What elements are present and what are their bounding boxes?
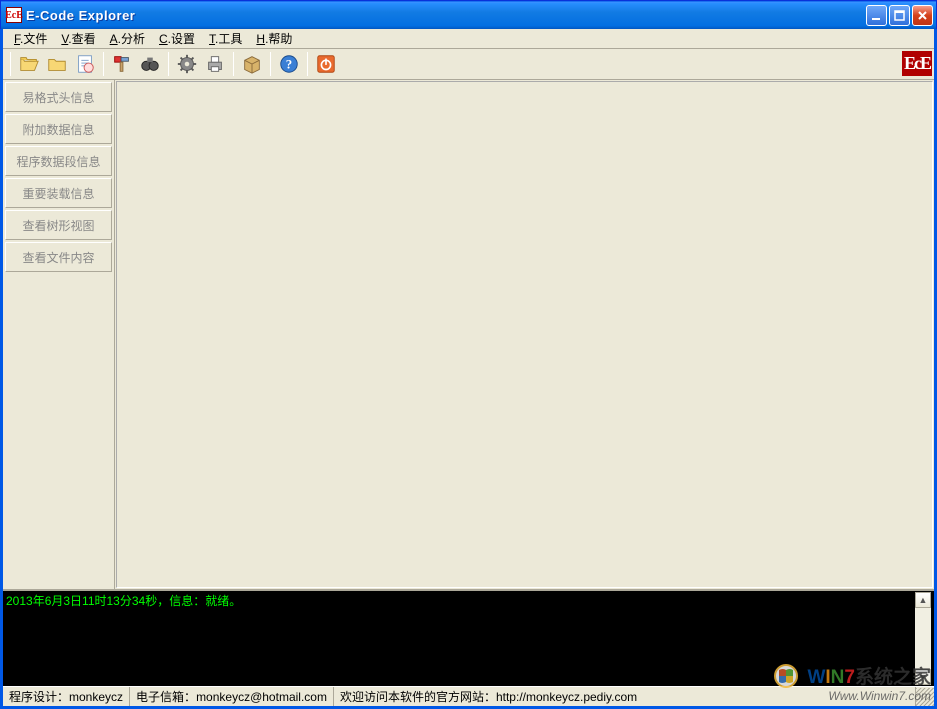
help-icon: ? <box>278 53 300 75</box>
power-icon <box>315 53 337 75</box>
package-button[interactable] <box>239 51 265 77</box>
toolbar-separator <box>270 52 271 76</box>
content-area <box>116 81 933 588</box>
menu-bar: F.文件 V.查看 A.分析 C.设置 T.工具 H.帮助 <box>3 29 934 49</box>
document-button[interactable] <box>72 51 98 77</box>
window-title: E-Code Explorer <box>26 8 866 23</box>
side-tab-load-info[interactable]: 重要装载信息 <box>5 178 112 208</box>
app-logo: EcE <box>902 51 932 76</box>
scroll-track[interactable] <box>915 608 931 669</box>
maximize-button[interactable] <box>889 5 910 26</box>
resize-grip[interactable] <box>916 688 934 706</box>
status-website: 欢迎访问本软件的官方网站：http://monkeycz.pediy.com <box>334 687 916 706</box>
hammer-icon <box>111 53 133 75</box>
folder-icon <box>46 53 68 75</box>
side-tab-data-sections[interactable]: 程序数据段信息 <box>5 146 112 176</box>
menu-help[interactable]: H.帮助 <box>249 29 299 49</box>
side-tab-file-content[interactable]: 查看文件内容 <box>5 242 112 272</box>
folder-open-icon <box>18 53 40 75</box>
menu-tools[interactable]: T.工具 <box>202 29 249 49</box>
app-icon: EcE <box>6 7 22 23</box>
gear-icon <box>176 53 198 75</box>
status-bar: 程序设计：monkeycz 电子信箱：monkeycz@hotmail.com … <box>3 686 934 706</box>
open-file-button[interactable] <box>16 51 42 77</box>
title-bar: EcE E-Code Explorer <box>0 0 937 29</box>
print-button[interactable] <box>202 51 228 77</box>
console-body: 2013年6月3日11时13分34秒，信息：就绪。 ▲ ▼ <box>3 591 934 686</box>
window-body: F.文件 V.查看 A.分析 C.设置 T.工具 H.帮助 <box>0 29 937 709</box>
console-scrollbar[interactable]: ▲ ▼ <box>915 592 931 685</box>
close-button[interactable] <box>912 5 933 26</box>
power-button[interactable] <box>313 51 339 77</box>
toolbar: ? EcE <box>3 49 934 80</box>
toolbar-separator <box>103 52 104 76</box>
console-area: 2013年6月3日11时13分34秒，信息：就绪。 ▲ ▼ <box>3 589 934 686</box>
menu-view[interactable]: V.查看 <box>54 29 102 49</box>
console-log-line: 2013年6月3日11时13分34秒，信息：就绪。 <box>6 592 915 685</box>
open-folder-button[interactable] <box>44 51 70 77</box>
minimize-button[interactable] <box>866 5 887 26</box>
main-area: 易格式头信息 附加数据信息 程序数据段信息 重要装载信息 查看树形视图 查看文件… <box>3 80 934 589</box>
help-button[interactable]: ? <box>276 51 302 77</box>
package-icon <box>241 53 263 75</box>
tool-build-button[interactable] <box>109 51 135 77</box>
side-tab-tree-view[interactable]: 查看树形视图 <box>5 210 112 240</box>
toolbar-separator <box>307 52 308 76</box>
side-tab-extra-data[interactable]: 附加数据信息 <box>5 114 112 144</box>
svg-text:?: ? <box>286 58 292 72</box>
scroll-up-icon[interactable]: ▲ <box>915 592 931 608</box>
toolbar-separator <box>233 52 234 76</box>
settings-button[interactable] <box>174 51 200 77</box>
window-controls <box>866 5 933 26</box>
menu-settings[interactable]: C.设置 <box>152 29 202 49</box>
document-icon <box>74 53 96 75</box>
toolbar-separator <box>168 52 169 76</box>
status-email: 电子信箱：monkeycz@hotmail.com <box>130 687 334 706</box>
tool-lock-button[interactable] <box>137 51 163 77</box>
printer-icon <box>204 53 226 75</box>
menu-file[interactable]: F.文件 <box>7 29 54 49</box>
menu-analyze[interactable]: A.分析 <box>103 29 152 49</box>
side-tabs: 易格式头信息 附加数据信息 程序数据段信息 重要装载信息 查看树形视图 查看文件… <box>3 80 115 589</box>
status-author: 程序设计：monkeycz <box>3 687 130 706</box>
side-tab-header-info[interactable]: 易格式头信息 <box>5 82 112 112</box>
toolbar-separator <box>10 52 11 76</box>
scroll-down-icon[interactable]: ▼ <box>915 669 931 685</box>
lock-binoculars-icon <box>139 53 161 75</box>
